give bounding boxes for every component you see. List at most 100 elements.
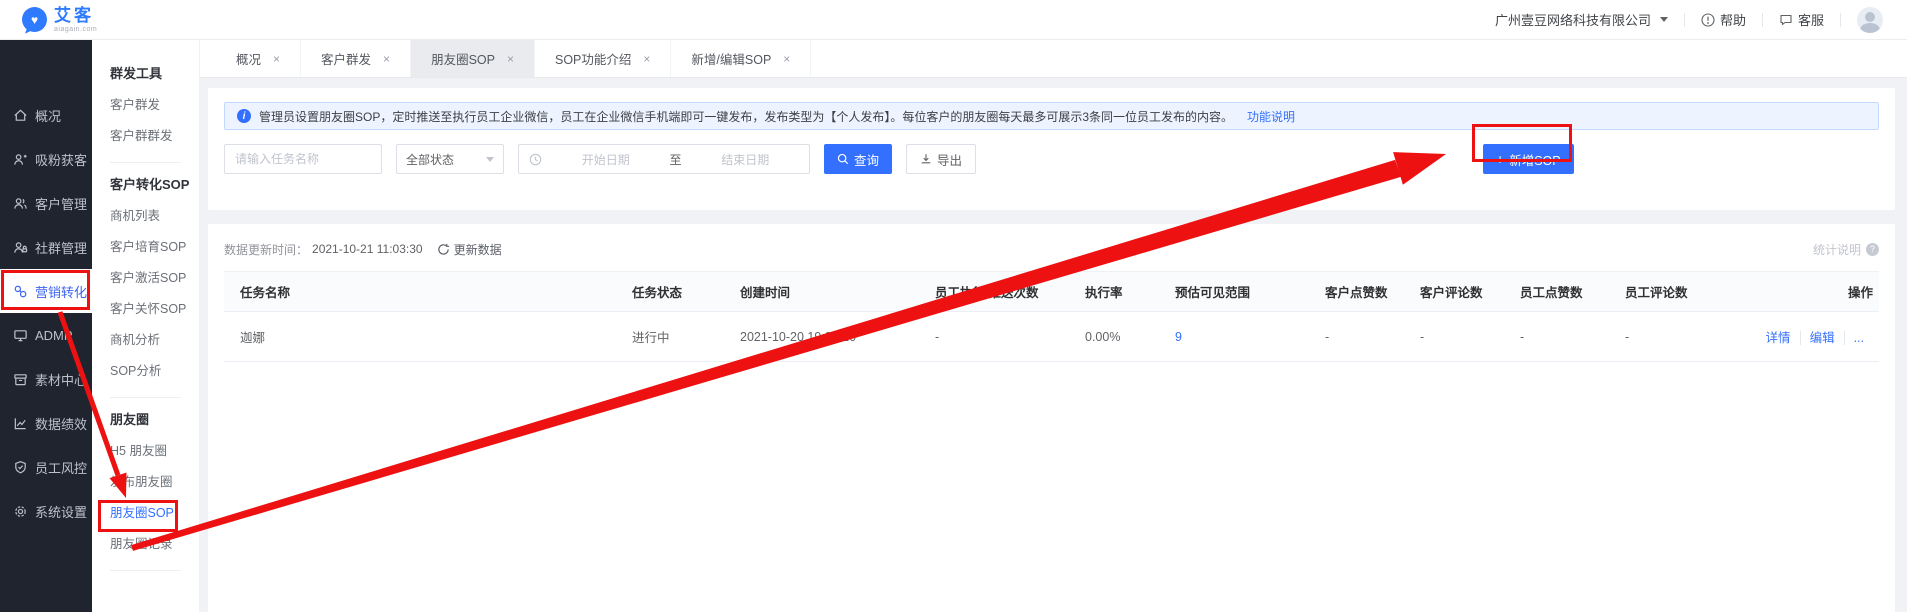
top-header: ♥ 艾客 aiagain.com 广州壹豆网络科技有限公司 帮助 客服 bbox=[0, 0, 1907, 40]
col-exec-rate: 执行率 bbox=[1077, 272, 1167, 312]
search-button[interactable]: 查询 bbox=[824, 144, 892, 174]
line-chart-icon bbox=[13, 416, 28, 431]
submenu-item-group-send[interactable]: 客户群群发 bbox=[110, 121, 199, 152]
export-button[interactable]: 导出 bbox=[906, 144, 976, 174]
company-name: 广州壹豆网络科技有限公司 bbox=[1495, 10, 1651, 29]
help-button[interactable]: 帮助 bbox=[1701, 10, 1746, 29]
submenu-section-moments: 朋友圈 bbox=[110, 410, 199, 436]
refresh-data-button[interactable]: 更新数据 bbox=[437, 241, 502, 258]
tab-edit-sop[interactable]: 新增/编辑SOP× bbox=[671, 40, 811, 77]
col-actions: 操作 bbox=[1747, 272, 1879, 312]
cell-customer-likes: - bbox=[1317, 312, 1412, 362]
divider bbox=[1684, 13, 1685, 27]
date-separator: 至 bbox=[670, 151, 682, 168]
help-label: 帮助 bbox=[1720, 10, 1746, 29]
logo-bubble-icon: ♥ bbox=[22, 7, 47, 32]
users-icon bbox=[13, 196, 28, 211]
data-panel: 数据更新时间： 2021-10-21 11:03:30 更新数据 统计说明 ? … bbox=[208, 224, 1895, 612]
customer-service-button[interactable]: 客服 bbox=[1779, 10, 1824, 29]
visible-range-link[interactable]: 9 bbox=[1175, 330, 1182, 344]
tab-sop-intro[interactable]: SOP功能介绍× bbox=[535, 40, 671, 77]
submenu-item-care-sop[interactable]: 客户关怀SOP bbox=[110, 294, 199, 325]
submenu-item-sop-analysis[interactable]: SOP分析 bbox=[110, 356, 199, 387]
date-range-picker[interactable]: 开始日期 至 结束日期 bbox=[518, 144, 810, 174]
status-select[interactable]: 全部状态 bbox=[396, 144, 504, 174]
close-tab-icon[interactable]: × bbox=[643, 52, 650, 66]
update-time-value: 2021-10-21 11:03:30 bbox=[312, 242, 423, 256]
sidebar-item-admp[interactable]: ADMP bbox=[0, 313, 92, 357]
col-created-time: 创建时间 bbox=[732, 272, 927, 312]
end-date-placeholder: 结束日期 bbox=[692, 151, 800, 168]
sidebar-item-groups[interactable]: 社群管理 bbox=[0, 225, 92, 269]
add-sop-button[interactable]: + 新增SOP bbox=[1483, 144, 1574, 174]
task-name-input[interactable] bbox=[224, 144, 382, 174]
close-tab-icon[interactable]: × bbox=[507, 52, 514, 66]
tab-customer-send[interactable]: 客户群发× bbox=[301, 40, 411, 77]
sidebar-item-customers[interactable]: 客户管理 bbox=[0, 181, 92, 225]
user-group-icon bbox=[13, 240, 28, 255]
submenu-item-moments-records[interactable]: 朋友圈记录 bbox=[110, 529, 199, 560]
heart-icon: ♥ bbox=[31, 13, 38, 27]
logo-text: 艾客 bbox=[54, 7, 97, 24]
col-customer-comments: 客户评论数 bbox=[1412, 272, 1512, 312]
divider bbox=[110, 162, 181, 163]
chevron-down-icon bbox=[486, 157, 494, 162]
shield-check-icon bbox=[13, 460, 28, 475]
main-content: 概况× 客户群发× 朋友圈SOP× SOP功能介绍× 新增/编辑SOP× i 管… bbox=[200, 40, 1907, 612]
sop-table: 任务名称 任务状态 创建时间 员工执行/推送次数 执行率 预估可见范围 客户点赞… bbox=[224, 271, 1879, 362]
submenu-item-moments-sop[interactable]: 朋友圈SOP bbox=[110, 498, 199, 529]
start-date-placeholder: 开始日期 bbox=[552, 151, 660, 168]
sidebar-item-marketing-conversion[interactable]: 营销转化 bbox=[0, 269, 92, 313]
primary-sidebar: 概况 吸粉获客 客户管理 社群管理 营销转化 ADMP 素材中心 数据绩效 员工… bbox=[0, 40, 92, 612]
more-actions-link[interactable]: ... bbox=[1844, 331, 1873, 345]
cell-created-time: 2021-10-20 19:26:20 bbox=[732, 312, 927, 362]
sidebar-item-settings[interactable]: 系统设置 bbox=[0, 489, 92, 533]
col-task-name: 任务名称 bbox=[224, 272, 624, 312]
clock-icon bbox=[529, 153, 542, 166]
tab-overview[interactable]: 概况× bbox=[216, 40, 301, 77]
gear-icon bbox=[13, 504, 28, 519]
sidebar-item-acquisition[interactable]: 吸粉获客 bbox=[0, 137, 92, 181]
cell-exec-count: - bbox=[927, 312, 1077, 362]
archive-box-icon bbox=[13, 372, 28, 387]
submenu-item-publish-moments[interactable]: 发布朋友圈 bbox=[110, 467, 199, 498]
search-icon bbox=[837, 153, 849, 165]
submenu-item-opportunity-analysis[interactable]: 商机分析 bbox=[110, 325, 199, 356]
close-tab-icon[interactable]: × bbox=[383, 52, 390, 66]
secondary-sidebar: 群发工具 客户群发 客户群群发 客户转化SOP 商机列表 客户培育SOP 客户激… bbox=[92, 40, 200, 612]
submenu-item-activate-sop[interactable]: 客户激活SOP bbox=[110, 263, 199, 294]
col-visible-range: 预估可见范围 bbox=[1167, 272, 1317, 312]
chat-bubble-icon bbox=[1779, 13, 1793, 27]
submenu-item-h5-moments[interactable]: H5 朋友圈 bbox=[110, 436, 199, 467]
close-tab-icon[interactable]: × bbox=[273, 52, 280, 66]
stats-explanation[interactable]: 统计说明 ? bbox=[1813, 241, 1879, 258]
question-icon: ? bbox=[1866, 243, 1879, 256]
sidebar-item-materials[interactable]: 素材中心 bbox=[0, 357, 92, 401]
refresh-icon bbox=[437, 243, 450, 256]
col-staff-comments: 员工评论数 bbox=[1617, 272, 1747, 312]
close-tab-icon[interactable]: × bbox=[783, 52, 790, 66]
table-header-row: 任务名称 任务状态 创建时间 员工执行/推送次数 执行率 预估可见范围 客户点赞… bbox=[224, 272, 1879, 312]
sidebar-item-performance[interactable]: 数据绩效 bbox=[0, 401, 92, 445]
divider bbox=[1840, 13, 1841, 27]
edit-link[interactable]: 编辑 bbox=[1800, 331, 1844, 345]
download-icon bbox=[920, 153, 932, 165]
sidebar-item-overview[interactable]: 概况 bbox=[0, 93, 92, 137]
filter-panel: i 管理员设置朋友圈SOP，定时推送至执行员工企业微信，员工在企业微信手机端即可… bbox=[208, 88, 1895, 210]
service-label: 客服 bbox=[1798, 10, 1824, 29]
company-selector[interactable]: 广州壹豆网络科技有限公司 bbox=[1495, 10, 1668, 29]
user-avatar[interactable] bbox=[1857, 7, 1883, 33]
feature-description-link[interactable]: 功能说明 bbox=[1247, 108, 1295, 125]
info-icon: i bbox=[237, 109, 251, 123]
submenu-item-opportunity-list[interactable]: 商机列表 bbox=[110, 201, 199, 232]
sidebar-item-risk-control[interactable]: 员工风控 bbox=[0, 445, 92, 489]
table-row: 迦娜 进行中 2021-10-20 19:26:20 - 0.00% 9 - -… bbox=[224, 312, 1879, 362]
cell-staff-comments: - bbox=[1617, 312, 1747, 362]
col-customer-likes: 客户点赞数 bbox=[1317, 272, 1412, 312]
detail-link[interactable]: 详情 bbox=[1757, 331, 1800, 345]
submenu-item-customer-send[interactable]: 客户群发 bbox=[110, 90, 199, 121]
filter-row: 全部状态 开始日期 至 结束日期 查询 导出 + 新增SOP bbox=[224, 143, 1879, 175]
tab-moments-sop[interactable]: 朋友圈SOP× bbox=[411, 40, 535, 77]
user-plus-icon bbox=[13, 152, 28, 167]
submenu-item-nurture-sop[interactable]: 客户培育SOP bbox=[110, 232, 199, 263]
